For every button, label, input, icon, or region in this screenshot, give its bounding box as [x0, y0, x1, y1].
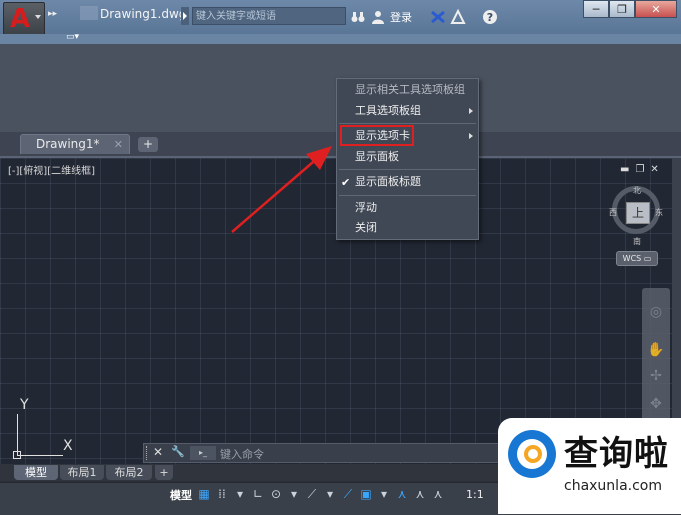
model-space-button[interactable]: 模型	[170, 487, 192, 503]
ucs-x-axis	[17, 455, 63, 456]
watermark-title: 查询啦	[564, 434, 669, 474]
menu-divider	[339, 123, 476, 124]
highlight-box	[340, 125, 414, 146]
workspace-dropdown-icon[interactable]: ▭▾	[66, 32, 79, 42]
exchange-icon[interactable]	[430, 9, 446, 25]
close-command-line-icon[interactable]: ✕	[153, 445, 163, 459]
object-snap-icon[interactable]: ▣	[359, 485, 373, 503]
viewport-close-icon[interactable]: ✕	[650, 164, 658, 175]
isodraft-icon[interactable]: ⟋	[305, 485, 319, 503]
minimize-button[interactable]: ─	[583, 0, 609, 18]
pan-hand-icon[interactable]: ✋	[646, 340, 666, 360]
status-toggles: ▦ ⁞⁞ ▾ ∟ ⊙ ▾ ⟋ ▾ ⟋ ▣ ▾ ⋏ ⋏ ⋏	[197, 485, 445, 503]
login-link[interactable]: 登录	[390, 9, 412, 25]
application-menu-button[interactable]: A	[3, 2, 45, 36]
orbit-icon[interactable]: ✥	[646, 394, 666, 414]
menu-item-show-related-palette-groups[interactable]: 显示相关工具选项板组	[337, 79, 478, 101]
snap-dropdown-icon[interactable]: ▾	[233, 485, 247, 503]
quick-access-icon[interactable]	[80, 6, 98, 20]
polar-dropdown-icon[interactable]: ▾	[287, 485, 301, 503]
menu-divider	[339, 195, 476, 196]
menu-divider	[339, 169, 476, 170]
watermark-logo-icon	[508, 430, 556, 478]
help-icon[interactable]: ?	[482, 9, 498, 25]
compass-south[interactable]: 南	[633, 236, 641, 247]
binoculars-icon[interactable]	[350, 9, 366, 25]
snap-icon[interactable]: ⁞⁞	[215, 485, 229, 503]
tab-drawing1[interactable]: Drawing1* ✕	[20, 134, 130, 154]
window-controls: ─ ❐ ✕	[583, 0, 677, 18]
tab-model[interactable]: 模型	[14, 465, 58, 480]
restore-button[interactable]: ❐	[609, 0, 635, 18]
svg-text:?: ?	[487, 11, 493, 24]
annotation-scale[interactable]: 1:1	[466, 488, 484, 501]
watermark: 查询啦 chaxunla.com	[498, 418, 681, 514]
submenu-arrow-icon	[469, 133, 473, 139]
steering-wheel-icon[interactable]: ◎	[646, 302, 666, 322]
ribbon-context-menu: 显示相关工具选项板组 工具选项板组 显示选项卡 显示面板 显示面板标题 浮动 关…	[336, 78, 479, 240]
quick-access-toggle-icon[interactable]: ▸▸	[48, 9, 62, 23]
close-button[interactable]: ✕	[635, 0, 677, 18]
annotation-arrow-icon	[231, 146, 332, 233]
object-snap-tracking-icon[interactable]: ⟋	[341, 485, 355, 503]
tab-layout1[interactable]: 布局1	[60, 465, 104, 480]
titlebar-tools: 登录 ?	[350, 6, 498, 28]
viewcube-top-face[interactable]: 上	[626, 202, 650, 224]
user-icon[interactable]	[370, 9, 386, 25]
compass-north[interactable]: 北	[633, 185, 641, 196]
quick-toolbar: ▭▾	[0, 32, 681, 44]
menu-item-tool-palette-groups[interactable]: 工具选项板组	[337, 100, 478, 122]
menu-item-show-panel-titles[interactable]: 显示面板标题	[337, 171, 478, 193]
compass-east[interactable]: 东	[655, 207, 663, 218]
ucs-y-axis	[17, 414, 18, 456]
wrench-icon[interactable]: 🔧	[171, 445, 185, 458]
drag-handle-icon[interactable]	[146, 446, 151, 460]
add-layout-button[interactable]: +	[155, 465, 173, 480]
menu-item-close[interactable]: 关闭	[337, 217, 478, 239]
document-title: Drawing1.dwg	[100, 7, 187, 21]
navigation-bar: ◎ ✋ ✢ ✥	[642, 288, 670, 422]
viewport-controls: ▬ ❐ ✕	[620, 164, 659, 175]
command-line: ✕ 🔧 ▸_ 键入命令	[143, 443, 499, 463]
autocad-logo-icon: A	[10, 4, 31, 34]
tab-layout2[interactable]: 布局2	[106, 465, 152, 480]
menu-item-float[interactable]: 浮动	[337, 197, 478, 219]
ucs-origin-icon	[13, 451, 21, 459]
viewport-label[interactable]: [-][俯视][二维线框]	[8, 162, 95, 177]
new-tab-button[interactable]: +	[138, 137, 158, 152]
tab-label: Drawing1*	[36, 137, 100, 151]
auto-scale-icon[interactable]: ⋏	[413, 485, 427, 503]
check-mark-icon: ✔	[341, 176, 351, 189]
annotation-scale-icon[interactable]: ⋏	[431, 485, 445, 503]
command-input[interactable]: 键入命令	[220, 446, 264, 462]
search-input[interactable]: 键入关键字或短语	[192, 7, 346, 25]
close-tab-icon[interactable]: ✕	[114, 138, 123, 151]
viewport-minimize-icon[interactable]: ▬	[620, 164, 629, 175]
annotation-visibility-icon[interactable]: ⋏	[395, 485, 409, 503]
zoom-icon[interactable]: ✢	[646, 366, 666, 386]
wcs-menu[interactable]: WCS ▭	[616, 251, 658, 266]
submenu-arrow-icon	[469, 108, 473, 114]
viewport-restore-icon[interactable]: ❐	[635, 164, 644, 175]
grid-icon[interactable]: ▦	[197, 485, 211, 503]
object-snap-dropdown-icon[interactable]: ▾	[377, 485, 391, 503]
menu-item-show-panels[interactable]: 显示面板	[337, 146, 478, 168]
search-expand-button[interactable]	[181, 7, 189, 25]
polar-icon[interactable]: ⊙	[269, 485, 283, 503]
watermark-url: chaxunla.com	[564, 478, 662, 494]
isodraft-dropdown-icon[interactable]: ▾	[323, 485, 337, 503]
a360-icon[interactable]	[450, 8, 466, 25]
ucs-x-label: X	[63, 438, 73, 454]
chevron-down-icon	[35, 15, 41, 19]
ortho-icon[interactable]: ∟	[251, 485, 265, 503]
compass-west[interactable]: 西	[609, 207, 617, 218]
ucs-y-label: Y	[20, 397, 29, 413]
recent-commands-icon[interactable]: ▸_	[190, 446, 216, 460]
